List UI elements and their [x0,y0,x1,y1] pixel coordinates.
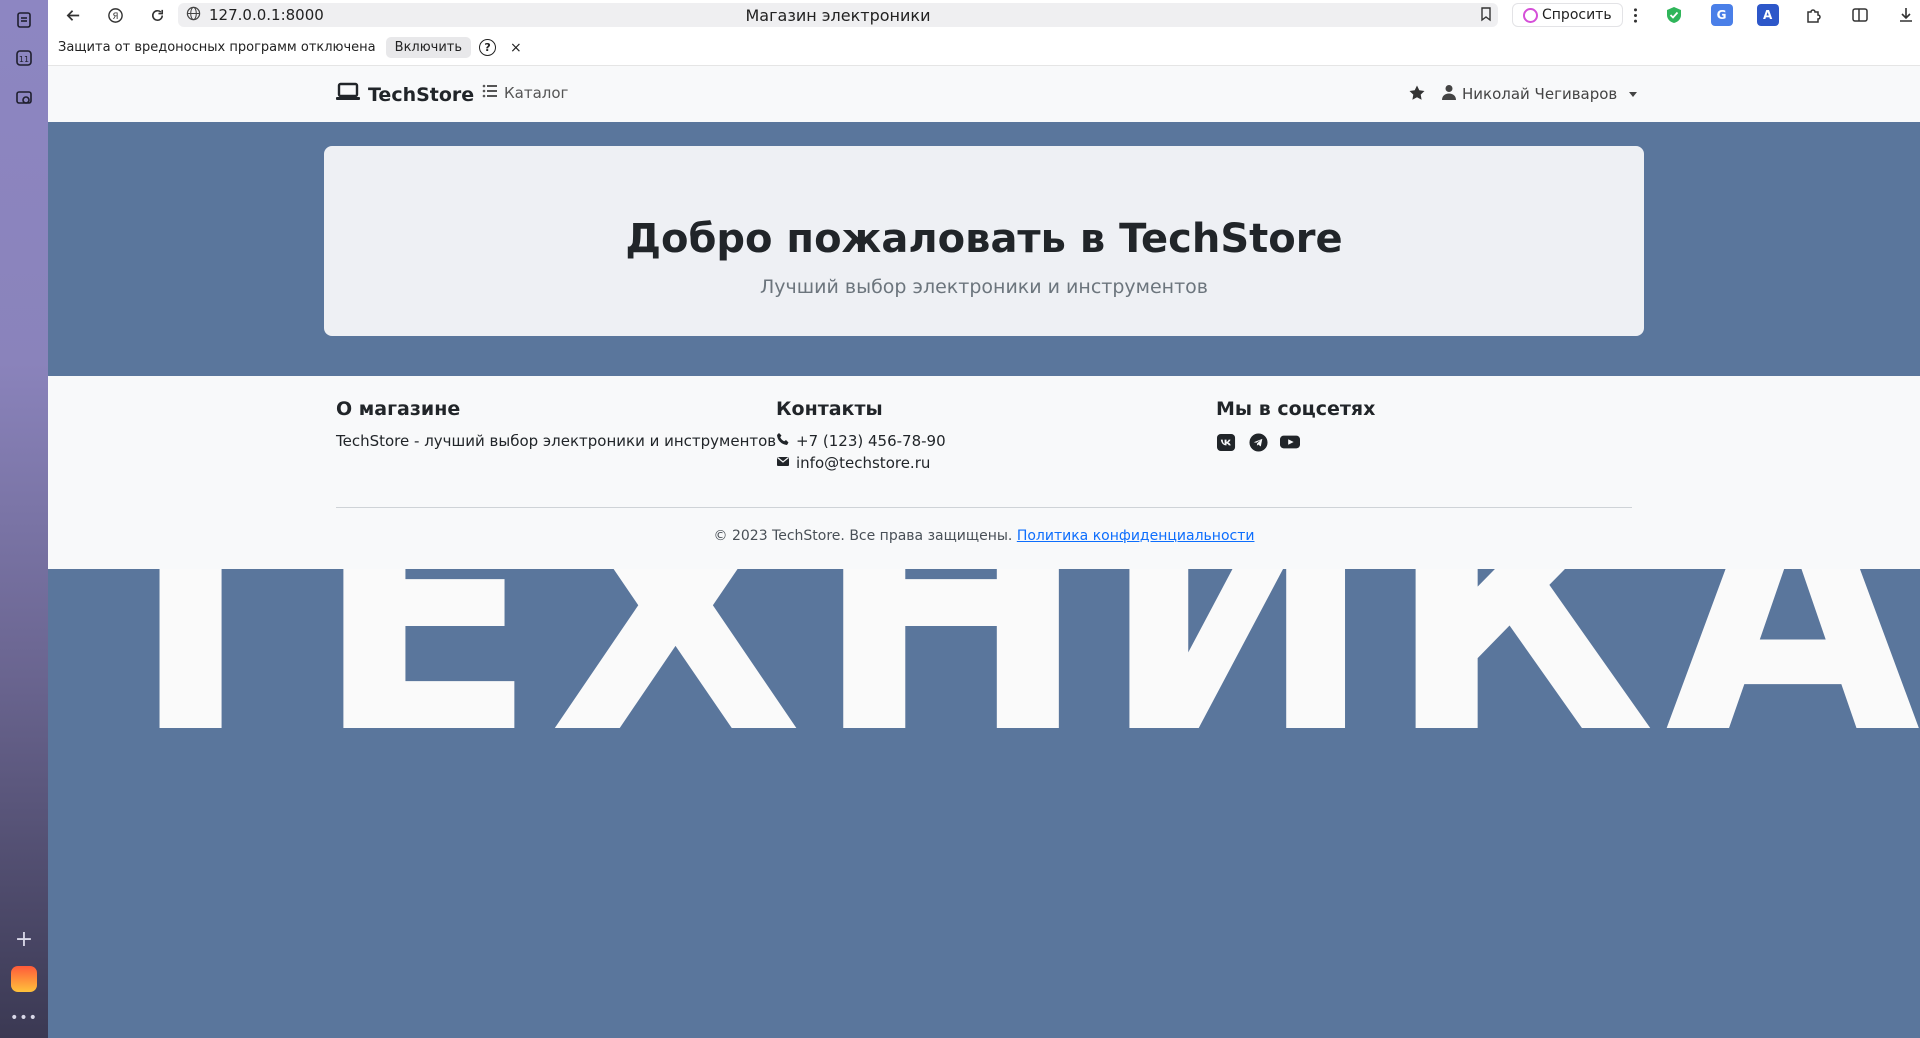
hero-banner: Добро пожаловать в TechStore Лучший выбо… [324,146,1644,336]
brand-link[interactable]: TechStore [336,82,474,107]
panels-icon[interactable] [1849,4,1871,26]
footer-about: О магазине TechStore - лучший выбор элек… [336,398,776,450]
svg-text:Я: Я [112,11,118,21]
ask-button[interactable]: Спросить [1512,3,1623,27]
media-icon[interactable] [12,86,36,110]
site-navbar: TechStore Каталог Николай Чегиваров [48,66,1920,122]
collections-icon[interactable] [12,8,36,32]
vk-icon[interactable] [1216,432,1236,452]
translator-icon[interactable]: A [1756,4,1779,26]
footer-social: Мы в соцсетях [1216,398,1375,452]
ask-label: Спросить [1542,7,1612,23]
ask-icon [1523,7,1538,23]
favorites-star-icon[interactable] [1408,84,1426,106]
footer-divider [336,507,1632,508]
svg-text:11: 11 [19,55,29,64]
translate-ext-icon[interactable]: G [1710,4,1733,26]
phone-line: +7 (123) 456-78-90 [776,432,946,450]
about-text: TechStore - лучший выбор электроники и и… [336,432,777,450]
background-banner: ТЕХНИКА [48,569,1920,1038]
calendar-icon[interactable]: 11 [12,46,36,70]
brand-name: TechStore [368,83,475,106]
background-word: ТЕХНИКА [78,569,1920,806]
security-notice-bar: Защита от вредоносных программ отключена… [48,30,1920,66]
footer-contacts: Контакты +7 (123) 456-78-90 info@techsto… [776,398,946,472]
chevron-down-icon [1629,91,1638,97]
bookmark-icon[interactable] [1478,6,1494,26]
download-icon[interactable] [1895,4,1917,26]
copyright-text: © 2023 TechStore. Все права защищены. [713,528,1013,544]
tab-title: Магазин электроники [745,5,931,25]
more-icon[interactable]: ••• [10,1006,37,1030]
laptop-icon [336,82,360,107]
hero-subtitle: Лучший выбор электроники и инструментов [760,276,1208,298]
phone-icon [776,432,790,450]
url-text[interactable]: 127.0.0.1:8000 [209,6,324,24]
browser-sidepanel: 11 + ••• [0,0,48,1038]
menu-dots-icon[interactable] [1627,0,1645,30]
enable-protection-button[interactable]: Включить [385,37,472,58]
about-title: О магазине [336,398,461,420]
envelope-icon [776,454,790,472]
reload-icon[interactable] [142,0,172,30]
social-title: Мы в соцсетях [1216,398,1376,420]
extensions-puzzle-icon[interactable] [1803,4,1825,26]
mail-app-icon[interactable] [11,966,37,992]
user-icon [1442,84,1456,104]
contacts-title: Контакты [776,398,883,420]
globe-icon [186,6,201,25]
notice-text: Защита от вредоносных программ отключена [58,40,376,55]
list-icon [482,84,498,102]
copyright-line: © 2023 TechStore. Все права защищены. По… [48,528,1920,544]
catalog-link[interactable]: Каталог [482,84,568,102]
youtube-icon[interactable] [1280,432,1300,452]
phone-text: +7 (123) 456-78-90 [796,432,946,450]
extensions-row: G A [1651,4,1917,26]
social-links [1216,432,1375,452]
user-menu-dropdown[interactable]: Николай Чегиваров [1442,84,1638,104]
help-icon[interactable]: ? [479,39,497,56]
add-panel-icon[interactable]: + [12,928,36,952]
address-bar[interactable]: 127.0.0.1:8000 Магазин электроники [178,3,1498,27]
yandex-icon[interactable]: Я [100,0,130,30]
protect-shield-icon[interactable] [1663,4,1685,26]
close-notice-icon[interactable]: × [510,40,522,56]
site-footer: О магазине TechStore - лучший выбор элек… [48,376,1920,569]
privacy-policy-link[interactable]: Политика конфиденциальности [1017,528,1255,544]
telegram-icon[interactable] [1248,432,1268,452]
browser-toolbar: Я 127.0.0.1:8000 Магазин электроники Спр… [48,0,1920,30]
user-name: Николай Чегиваров [1462,85,1618,103]
back-icon[interactable] [58,0,88,30]
email-line: info@techstore.ru [776,454,946,472]
email-text: info@techstore.ru [796,454,931,472]
catalog-label: Каталог [504,84,569,102]
hero-title: Добро пожаловать в TechStore [625,216,1343,262]
